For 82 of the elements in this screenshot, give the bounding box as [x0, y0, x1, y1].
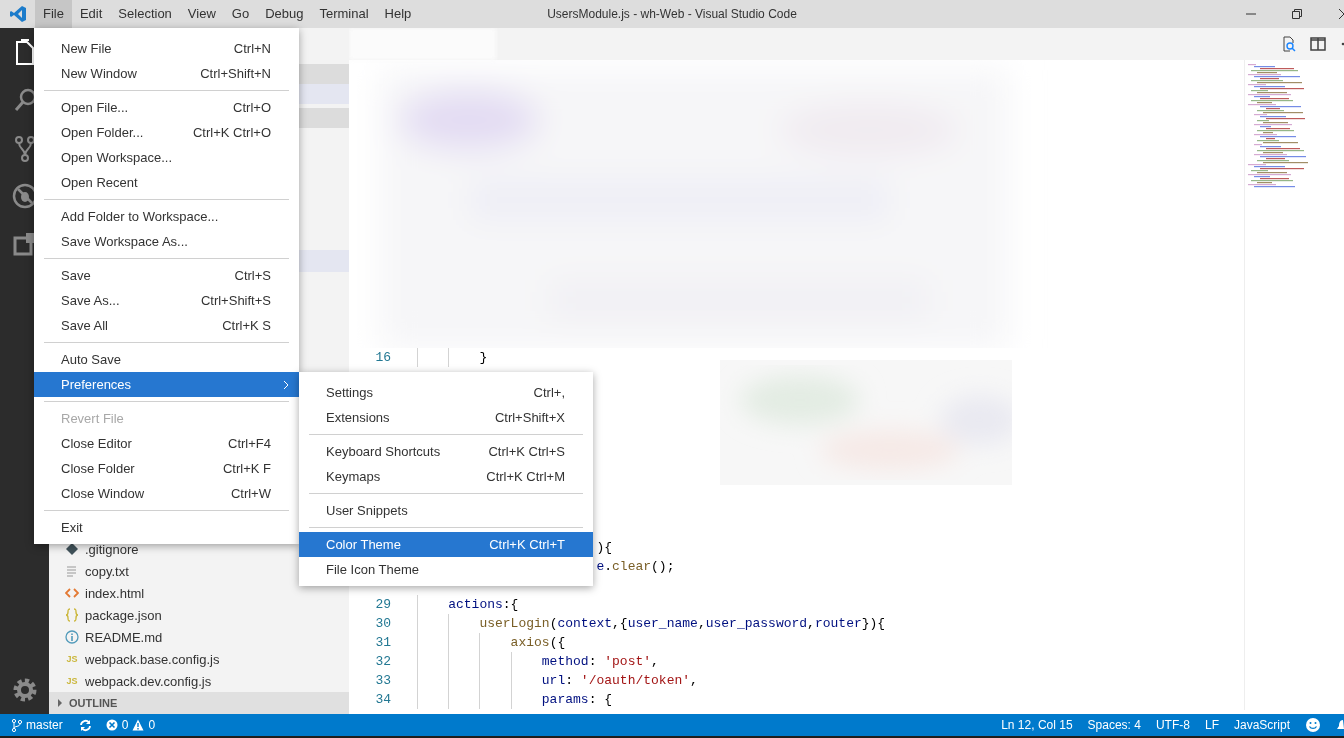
menu-item[interactable]: View	[179, 0, 224, 28]
search-file-icon[interactable]	[1280, 36, 1296, 52]
code-line: actions:{	[448, 596, 519, 614]
menu-item[interactable]: Terminal	[311, 0, 377, 28]
restore-icon[interactable]	[1292, 9, 1302, 19]
menu-item[interactable]: New File Ctrl+N	[34, 36, 299, 61]
js-file-icon: JS	[65, 676, 79, 686]
code-line: ){	[596, 539, 613, 557]
file-name[interactable]: index.html	[85, 585, 145, 601]
close-icon[interactable]	[1338, 8, 1344, 20]
code-line: params: {	[541, 691, 613, 709]
menu-item[interactable]: Auto Save	[34, 347, 299, 372]
submenu-item[interactable]: Preferences	[34, 372, 299, 397]
menu-item[interactable]: New Window Ctrl+Shift+N	[34, 61, 299, 86]
line-ending-setting[interactable]: LF	[1204, 718, 1219, 732]
menu-item[interactable]: Save As... Ctrl+Shift+S	[34, 288, 299, 313]
chevron-right-icon	[283, 380, 289, 390]
menu-item[interactable]: Edit	[71, 0, 111, 28]
file-name[interactable]: .gitignore	[85, 541, 139, 557]
line-number: 31	[374, 634, 391, 652]
branch-indicator[interactable]: master	[12, 718, 63, 732]
code-brackets-icon	[65, 586, 79, 600]
line-number: 29	[374, 596, 391, 614]
menu-item[interactable]: Extensions Ctrl+Shift+X	[299, 405, 593, 430]
menu-item[interactable]: Go	[223, 0, 258, 28]
menu-item[interactable]: Add Folder to Workspace...	[34, 204, 299, 229]
code-line: }	[479, 349, 488, 367]
code-line: e.clear();	[596, 558, 675, 576]
window-title: UsersModule.js - wh-Web - Visual Studio Code	[547, 7, 797, 21]
chevron-icon	[57, 699, 63, 707]
js-file-icon: JS	[65, 654, 79, 664]
code-line: axios({	[510, 634, 566, 652]
file-name[interactable]: README.md	[85, 629, 163, 645]
code-line: userLogin(context,{user_name,user_password,router}){	[479, 615, 886, 633]
line-number: 30	[374, 615, 391, 633]
menu-item[interactable]: Close Folder Ctrl+K F	[34, 456, 299, 481]
indentation-setting[interactable]: Spaces: 4	[1087, 718, 1141, 732]
menu-item[interactable]: Save Ctrl+S	[34, 263, 299, 288]
diamond-icon	[65, 542, 79, 556]
smiley-icon[interactable]	[1305, 717, 1321, 733]
menu-item[interactable]: Save All Ctrl+K S	[34, 313, 299, 338]
menu-item[interactable]: Open Recent	[34, 170, 299, 195]
menu-item[interactable]: Open File... Ctrl+O	[34, 95, 299, 120]
line-number: 33	[374, 672, 391, 690]
menu-item[interactable]: Color Theme Ctrl+K Ctrl+T	[299, 532, 593, 557]
braces-icon	[65, 608, 79, 622]
code-line: method: 'post',	[541, 653, 659, 671]
split-editor-icon[interactable]	[1310, 37, 1326, 51]
menu-item[interactable]: Debug	[257, 0, 312, 28]
more-icon[interactable]	[1340, 42, 1344, 46]
code-line: url: '/oauth/token',	[541, 672, 698, 690]
app-logo	[9, 5, 27, 23]
file-name[interactable]: webpack.dev.config.js	[85, 673, 212, 689]
line-number: 34	[374, 691, 391, 709]
menu-item[interactable]: Keymaps Ctrl+K Ctrl+M	[299, 464, 593, 489]
menu-item[interactable]: Exit	[34, 515, 299, 540]
menu-item[interactable]: Close Editor Ctrl+F4	[34, 431, 299, 456]
encoding-setting[interactable]: UTF-8	[1155, 718, 1190, 732]
menu-item[interactable]: User Snippets	[299, 498, 593, 523]
menu-item[interactable]: Open Folder... Ctrl+K Ctrl+O	[34, 120, 299, 145]
sync-icon[interactable]	[78, 718, 92, 732]
menu-item[interactable]: File	[35, 0, 72, 28]
line-number: 32	[374, 653, 391, 671]
menu-item[interactable]: Selection	[110, 0, 180, 28]
language-mode[interactable]: JavaScript	[1233, 718, 1290, 732]
menu-item[interactable]: File Icon Theme	[299, 557, 593, 582]
problems-indicator[interactable]: 0 0	[105, 718, 156, 732]
menu-item[interactable]: Open Workspace...	[34, 145, 299, 170]
menu-item[interactable]: Settings Ctrl+,	[299, 380, 593, 405]
menu-item[interactable]: Save Workspace As...	[34, 229, 299, 254]
bell-icon[interactable]	[1336, 718, 1344, 732]
file-name[interactable]: copy.txt	[85, 563, 129, 579]
file-name[interactable]: webpack.base.config.js	[85, 651, 220, 667]
line-number: 16	[374, 349, 391, 367]
file-name[interactable]: package.json	[85, 607, 162, 623]
menu-item[interactable]: Keyboard Shortcuts Ctrl+K Ctrl+S	[299, 439, 593, 464]
menu-item[interactable]: Help	[376, 0, 420, 28]
text-file-icon	[65, 564, 79, 578]
outline-section-header[interactable]: OUTLINE	[49, 692, 349, 714]
cursor-position[interactable]: Ln 12, Col 15	[1001, 718, 1073, 732]
menu-item[interactable]: Close Window Ctrl+W	[34, 481, 299, 506]
info-icon	[65, 630, 79, 644]
